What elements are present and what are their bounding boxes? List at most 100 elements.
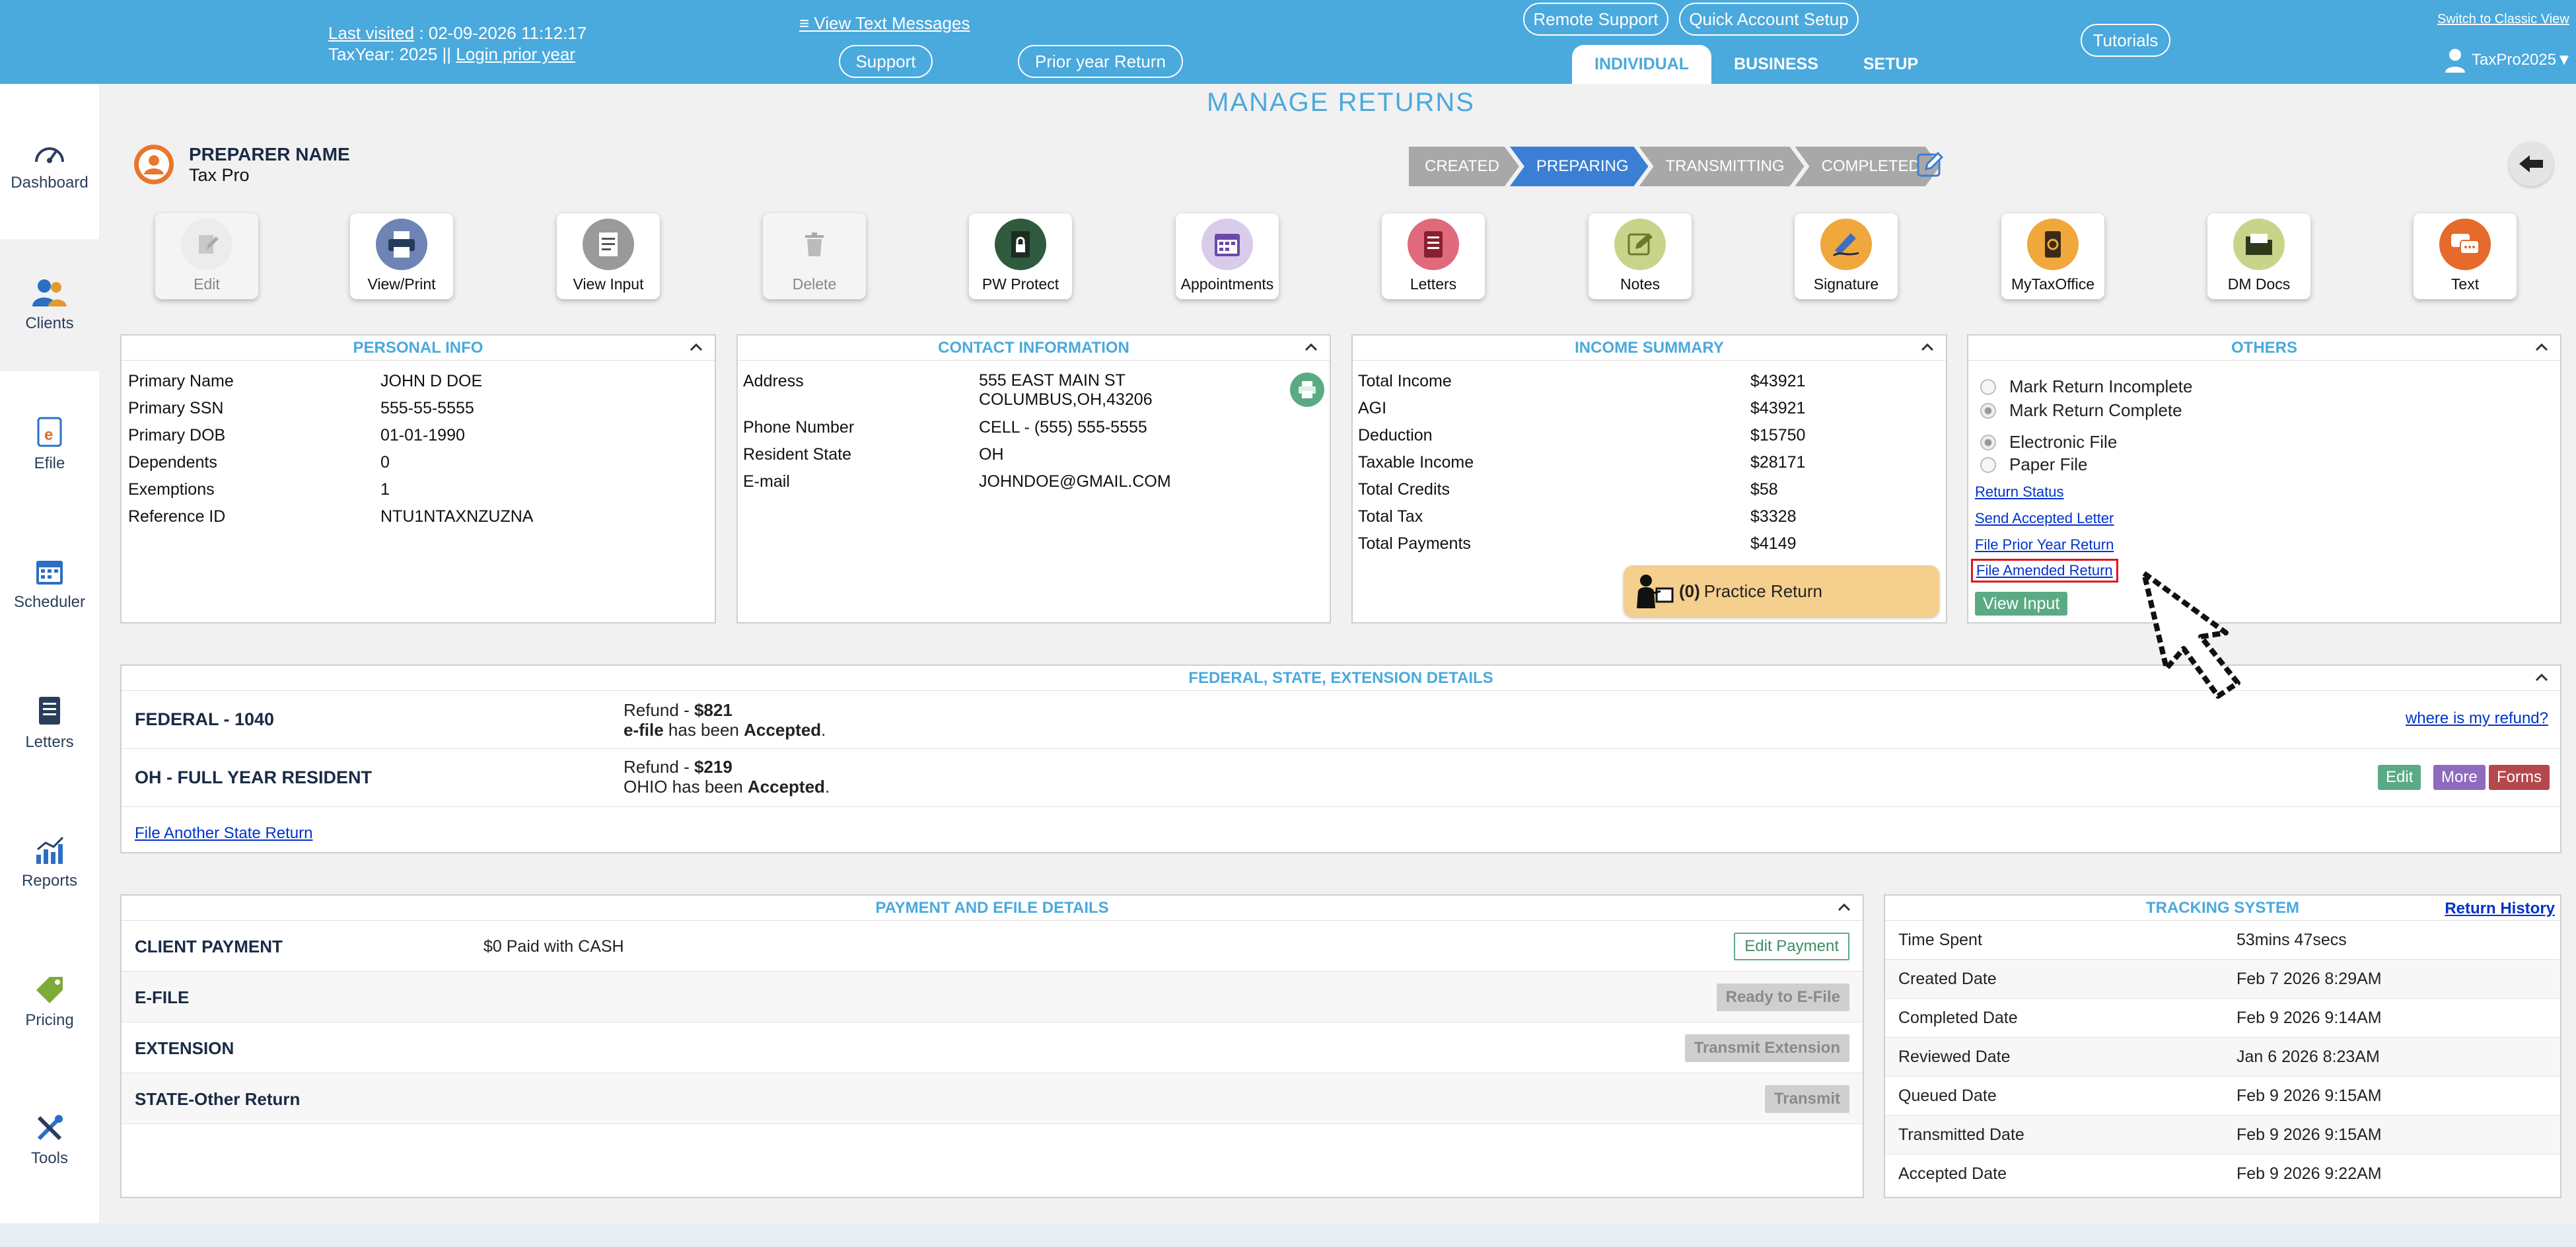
- where-is-my-refund-link[interactable]: where is my refund?: [2406, 709, 2548, 728]
- sidebar-item-pricing[interactable]: Pricing: [0, 936, 99, 1068]
- ready-to-efile-button[interactable]: Ready to E-File: [1716, 983, 1849, 1011]
- preparer-avatar-icon: [134, 145, 174, 184]
- electronic-file-radio[interactable]: [1980, 434, 1996, 450]
- svg-text:e: e: [44, 426, 53, 444]
- sidebar-item-dashboard[interactable]: Dashboard: [0, 100, 99, 232]
- paper-file-option[interactable]: Paper File: [1980, 454, 2088, 475]
- sidebar-item-label: Dashboard: [11, 174, 89, 192]
- field-label: Total Income: [1358, 372, 1452, 390]
- toolbar-dm-docs-button[interactable]: DM Docs: [2207, 213, 2310, 299]
- file-amended-return-link[interactable]: File Amended Return: [1971, 559, 2118, 583]
- chevron-up-icon[interactable]: [1836, 900, 1852, 915]
- tracking-label: Accepted Date: [1898, 1164, 2007, 1183]
- paper-file-radio[interactable]: [1980, 456, 1996, 473]
- field-value: 555-55-5555: [380, 399, 474, 417]
- mark-complete-option[interactable]: Mark Return Complete: [1980, 400, 2182, 421]
- electronic-file-option[interactable]: Electronic File: [1980, 432, 2117, 452]
- sidebar-item-letters[interactable]: Letters: [0, 657, 99, 789]
- user-menu[interactable]: TaxPro2025▼: [2444, 48, 2572, 73]
- field-label: Primary SSN: [128, 399, 224, 417]
- chevron-up-icon[interactable]: [2534, 339, 2550, 355]
- return-status-link[interactable]: Return Status: [1975, 483, 2064, 501]
- toolbar-label: DM Docs: [2227, 275, 2291, 293]
- state-status: Accepted: [747, 777, 825, 797]
- contact-info-panel: CONTACT INFORMATION Address Phone Number…: [736, 334, 1331, 624]
- tracking-value: Jan 6 2026 8:23AM: [2236, 1048, 2380, 1066]
- switch-classic-view-link[interactable]: Switch to Classic View: [2437, 12, 2569, 27]
- prior-year-return-button[interactable]: Prior year Return: [1018, 45, 1183, 78]
- mark-incomplete-option[interactable]: Mark Return Incomplete: [1980, 376, 2192, 397]
- sidebar-item-efile[interactable]: e Efile: [0, 378, 99, 511]
- last-visited-link[interactable]: Last visited: [328, 23, 414, 43]
- state-edit-button[interactable]: Edit: [2378, 765, 2421, 790]
- file-prior-year-return-link[interactable]: File Prior Year Return: [1975, 536, 2114, 553]
- toolbar-appointments-button[interactable]: Appointments: [1176, 213, 1279, 299]
- sidebar-item-tools[interactable]: Tools: [0, 1075, 99, 1207]
- tracking-value: Feb 9 2026 9:15AM: [2236, 1125, 2382, 1144]
- income-labels: Total Income AGI Deduction Taxable Incom…: [1358, 371, 1474, 561]
- panel-title-text: OTHERS: [2231, 338, 2297, 357]
- sidebar-item-scheduler[interactable]: Scheduler: [0, 518, 99, 650]
- step-transmitting: TRANSMITTING: [1639, 147, 1805, 186]
- toolbar-view-input-button[interactable]: View Input: [557, 213, 660, 299]
- tracking-row: Transmitted Date Feb 9 2026 9:15AM: [1885, 1116, 2560, 1155]
- field-value: $3328: [1750, 507, 1797, 526]
- quick-account-setup-button[interactable]: Quick Account Setup: [1679, 3, 1859, 36]
- state-more-button[interactable]: More: [2433, 765, 2486, 790]
- tutorials-button[interactable]: Tutorials: [2081, 24, 2170, 57]
- tab-individual[interactable]: INDIVIDUAL: [1572, 45, 1712, 84]
- field-label: E-mail: [743, 472, 790, 491]
- return-history-link[interactable]: Return History: [2445, 900, 2555, 918]
- chevron-up-icon[interactable]: [2534, 670, 2550, 686]
- view-input-button[interactable]: View Input: [1975, 592, 2068, 616]
- field-value: $43921: [1750, 372, 1806, 390]
- efile-row: E-FILE Ready to E-File: [122, 972, 1863, 1022]
- state-forms-button[interactable]: Forms: [2489, 765, 2550, 790]
- state-value: OH: [979, 445, 1004, 464]
- practice-return-button[interactable]: (0) Practice Return: [1624, 565, 1939, 617]
- field-value: $4149: [1750, 534, 1797, 553]
- sidebar-item-clients[interactable]: Clients: [0, 239, 99, 371]
- transmit-extension-button[interactable]: Transmit Extension: [1684, 1034, 1849, 1062]
- login-prior-year-link[interactable]: Login prior year: [456, 44, 575, 64]
- toolbar-letters-button[interactable]: Letters: [1382, 213, 1485, 299]
- print-contact-button[interactable]: [1290, 373, 1324, 407]
- mark-incomplete-radio[interactable]: [1980, 378, 1996, 395]
- edit-status-icon[interactable]: [1915, 151, 1945, 180]
- mark-complete-radio[interactable]: [1980, 402, 1996, 419]
- toolbar-delete-button[interactable]: Delete: [763, 213, 866, 299]
- field-label: Total Payments: [1358, 534, 1471, 553]
- support-button[interactable]: Support: [839, 45, 933, 78]
- transmit-button[interactable]: Transmit: [1764, 1085, 1849, 1113]
- toolbar-text-button[interactable]: Text: [2414, 213, 2517, 299]
- taxyear-label: TaxYear:: [328, 44, 395, 64]
- printer-icon: [1299, 381, 1316, 398]
- view-text-messages-link[interactable]: ≡ View Text Messages: [799, 13, 970, 34]
- toolbar-signature-button[interactable]: Signature: [1795, 213, 1898, 299]
- chevron-up-icon[interactable]: [1919, 339, 1935, 355]
- sidebar-item-label: Scheduler: [13, 593, 86, 611]
- tracking-label: Completed Date: [1898, 1009, 2018, 1027]
- chevron-up-icon[interactable]: [688, 339, 704, 355]
- toolbar-edit-button[interactable]: Edit: [155, 213, 258, 299]
- send-accepted-letter-link[interactable]: Send Accepted Letter: [1975, 510, 2114, 527]
- toolbar-label: Delete: [792, 275, 837, 293]
- sidebar-item-reports[interactable]: Reports: [0, 797, 99, 929]
- field-value: $43921: [1750, 399, 1806, 417]
- extension-label: EXTENSION: [135, 1038, 234, 1058]
- state-return-row: OH - FULL YEAR RESIDENT Refund - $219 OH…: [122, 749, 2560, 807]
- tab-setup[interactable]: SETUP: [1841, 45, 1941, 84]
- back-button[interactable]: [2509, 141, 2554, 186]
- toolbar-view-print-button[interactable]: View/Print: [350, 213, 453, 299]
- toolbar-mytaxoffice-button[interactable]: MyTaxOffice: [2001, 213, 2104, 299]
- remote-support-button[interactable]: Remote Support: [1523, 3, 1668, 36]
- letters-icon: [1408, 219, 1459, 270]
- toolbar-pw-protect-button[interactable]: PW Protect: [969, 213, 1072, 299]
- address-line-2: COLUMBUS,OH,43206: [979, 390, 1153, 409]
- edit-payment-button[interactable]: Edit Payment: [1734, 933, 1849, 960]
- sidebar-item-label: Reports: [21, 872, 78, 890]
- tab-business[interactable]: BUSINESS: [1711, 45, 1841, 84]
- toolbar-notes-button[interactable]: Notes: [1589, 213, 1692, 299]
- file-another-state-link[interactable]: File Another State Return: [135, 824, 312, 843]
- chevron-up-icon[interactable]: [1303, 339, 1319, 355]
